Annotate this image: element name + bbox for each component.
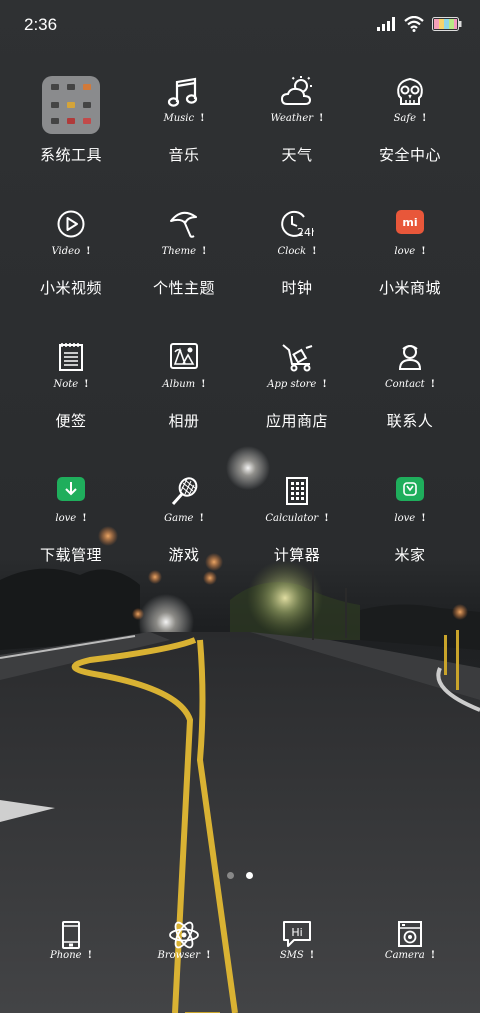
app-sub-label: Album xyxy=(162,379,196,390)
page-dot[interactable] xyxy=(227,872,234,879)
chat-bubble-icon: Hi xyxy=(283,921,311,947)
app-sub-label: Contact xyxy=(384,379,425,390)
download-icon xyxy=(57,477,85,501)
dock-sub-label: Phone xyxy=(50,950,82,961)
dock-sub-label: Camera xyxy=(384,950,425,961)
app-weather[interactable]: Weather! 天气 xyxy=(242,76,352,165)
app-sub-label: Clock xyxy=(277,246,307,257)
app-sub-label: Calculator xyxy=(265,513,319,524)
app-sub-label: App store xyxy=(267,379,317,390)
app-sub-label: Theme xyxy=(161,246,197,257)
page-dot-active[interactable] xyxy=(246,872,253,879)
app-label: 米家 xyxy=(394,546,426,564)
wifi-icon xyxy=(404,16,424,32)
cart-icon xyxy=(282,344,313,372)
status-bar: 2:36 xyxy=(0,0,480,52)
camera-icon xyxy=(398,921,422,947)
app-app-store[interactable]: App store! 应用商店 xyxy=(242,342,352,431)
app-notes[interactable]: Note! 便签 xyxy=(16,342,126,431)
dock-sub-label: Browser xyxy=(157,950,201,961)
atom-icon xyxy=(169,921,199,949)
app-mi-video[interactable]: Video! 小米视频 xyxy=(16,209,126,298)
app-label: 小米商城 xyxy=(378,279,441,297)
app-label: 天气 xyxy=(281,146,313,164)
app-label: 游戏 xyxy=(168,546,200,564)
app-security-center[interactable]: Safe! 安全中心 xyxy=(355,76,465,165)
dock-browser[interactable]: Browser! xyxy=(129,920,239,980)
racket-icon xyxy=(171,477,198,506)
app-downloads[interactable]: love! 下载管理 xyxy=(16,476,126,565)
app-games[interactable]: Game! 游戏 xyxy=(129,476,239,565)
app-label: 下载管理 xyxy=(39,546,102,564)
app-label: 便签 xyxy=(55,412,87,430)
app-sub-label: Music xyxy=(163,113,195,124)
app-sub-label: Video xyxy=(51,246,81,257)
person-icon xyxy=(398,345,422,370)
app-mi-store[interactable]: mi love! 小米商城 xyxy=(355,209,465,298)
page-indicator[interactable] xyxy=(0,872,480,879)
clock-icon: 24h xyxy=(281,210,314,239)
photo-icon xyxy=(170,343,198,369)
app-label: 音乐 xyxy=(168,146,200,164)
app-sub-label: Game xyxy=(164,513,194,524)
app-label: 个性主题 xyxy=(152,279,215,297)
app-system-tools-folder[interactable]: 系统工具 xyxy=(16,76,126,165)
app-label: 小米视频 xyxy=(39,279,102,297)
dock-camera[interactable]: Camera! xyxy=(355,920,465,980)
app-label: 系统工具 xyxy=(39,146,102,164)
folder-icon xyxy=(42,76,100,134)
app-sub-label: Safe xyxy=(393,113,417,124)
building-calculator-icon xyxy=(286,477,308,505)
sms-hi-text: Hi xyxy=(291,926,302,939)
mi-home-icon xyxy=(396,477,424,501)
battery-icon xyxy=(432,17,462,31)
app-clock[interactable]: 24h Clock! 时钟 xyxy=(242,209,352,298)
app-label: 计算器 xyxy=(273,546,321,564)
notepad-icon xyxy=(59,343,83,371)
signal-icon xyxy=(377,17,395,31)
app-sub-label: Weather xyxy=(270,113,314,124)
dock-sms[interactable]: Hi SMS! xyxy=(242,920,352,980)
play-icon xyxy=(57,210,85,238)
app-music[interactable]: Music! 音乐 xyxy=(129,76,239,165)
skull-icon xyxy=(397,77,423,105)
app-label: 应用商店 xyxy=(265,412,328,430)
app-sub-label: love xyxy=(394,513,416,524)
app-label: 相册 xyxy=(168,412,200,430)
status-time: 2:36 xyxy=(24,15,58,34)
mi-logo-text: mi xyxy=(402,216,417,229)
app-label: 时钟 xyxy=(281,279,313,297)
umbrella-icon xyxy=(170,211,197,238)
clock-24h-text: 24h xyxy=(297,226,314,239)
weather-icon xyxy=(280,76,312,105)
app-themes[interactable]: Theme! 个性主题 xyxy=(129,209,239,298)
mi-store-icon: mi xyxy=(396,210,424,234)
app-album[interactable]: Album! 相册 xyxy=(129,342,239,431)
app-sub-label: love xyxy=(55,513,77,524)
app-calculator[interactable]: Calculator! 计算器 xyxy=(242,476,352,565)
dock-sub-label: SMS xyxy=(279,950,304,961)
app-label: 安全中心 xyxy=(378,146,441,164)
app-label: 联系人 xyxy=(386,412,434,430)
app-sub-label: Note xyxy=(53,379,79,390)
dock-phone[interactable]: Phone! xyxy=(16,920,126,980)
phone-icon xyxy=(62,921,80,949)
app-mi-home[interactable]: love! 米家 xyxy=(355,476,465,565)
app-sub-label: love xyxy=(394,246,416,257)
app-contacts[interactable]: Contact! 联系人 xyxy=(355,342,465,431)
music-note-icon xyxy=(167,77,198,107)
